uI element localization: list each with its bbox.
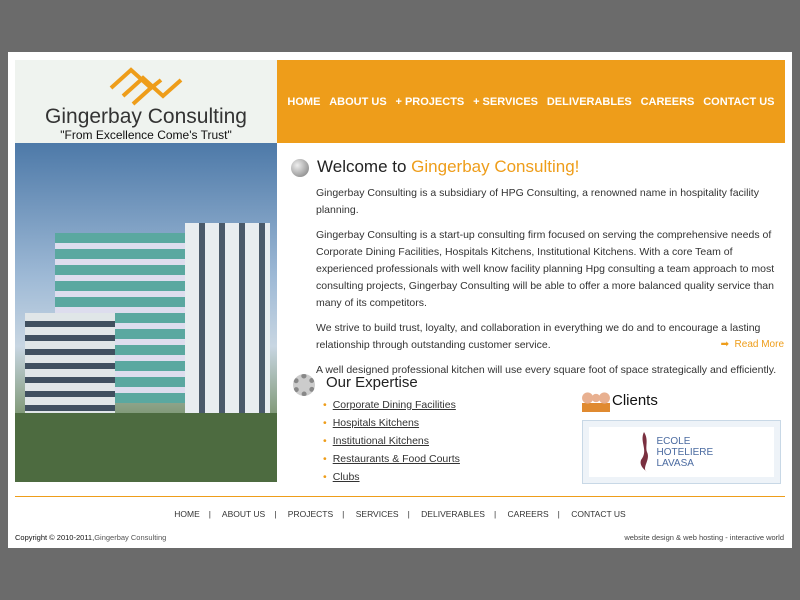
list-item: Institutional Kitchens: [323, 435, 460, 447]
footer-nav-services[interactable]: SERVICES: [356, 509, 399, 519]
nav-home[interactable]: HOME: [287, 96, 320, 108]
client-logo-text: ECOLE HOTELIERE LAVASA: [656, 435, 714, 469]
welcome-heading: Welcome to Gingerbay Consulting!: [317, 157, 580, 176]
nav-contact-us[interactable]: CONTACT US: [703, 96, 774, 108]
footer-nav-contact-us[interactable]: CONTACT US: [571, 509, 625, 519]
welcome-paragraph: Gingerbay Consulting is a subsidiary of …: [316, 187, 759, 216]
list-item: Restaurants & Food Courts: [323, 453, 460, 465]
footer-nav-careers[interactable]: CAREERS: [508, 509, 549, 519]
nav-deliverables[interactable]: DELIVERABLES: [547, 96, 632, 108]
flame-icon: [640, 432, 648, 472]
footer-nav: HOME | ABOUT US | PROJECTS | SERVICES | DELI…: [174, 509, 626, 519]
gear-icon: [293, 374, 315, 396]
welcome-paragraph: Gingerbay Consulting is a start-up consu…: [316, 229, 775, 309]
welcome-section: Welcome to Gingerbay Consulting! Gingerb…: [291, 157, 786, 379]
clients-section: Clients ECOLE HOTELIERE LAVASA: [582, 392, 781, 484]
copyright: Copyright © 2010-2011,Gingerbay Consulti…: [15, 533, 167, 542]
nav-services[interactable]: + SERVICES: [473, 96, 538, 108]
footer-nav-deliverables[interactable]: DELIVERABLES: [421, 509, 485, 519]
read-more-link[interactable]: ➡ Read More: [720, 339, 784, 350]
page: Gingerbay Consulting "From Excellence Co…: [8, 52, 792, 548]
clients-heading: Clients: [612, 392, 658, 409]
footer-nav-projects[interactable]: PROJECTS: [288, 509, 333, 519]
list-item: Hospitals Kitchens: [323, 417, 460, 429]
read-more-label: Read More: [734, 339, 784, 350]
footer-nav-home[interactable]: HOME: [174, 509, 200, 519]
list-item: Corporate Dining Facilities: [323, 399, 460, 411]
nav-careers[interactable]: CAREERS: [641, 96, 695, 108]
expertise-link[interactable]: Restaurants & Food Courts: [333, 453, 460, 465]
footer-nav-about-us[interactable]: ABOUT US: [222, 509, 265, 519]
expertise-link[interactable]: Corporate Dining Facilities: [333, 399, 456, 411]
people-icon: [582, 392, 610, 412]
expertise-link[interactable]: Hospitals Kitchens: [333, 417, 419, 429]
client-logo[interactable]: ECOLE HOTELIERE LAVASA: [582, 420, 781, 484]
arrow-right-icon: ➡: [720, 339, 729, 350]
welcome-paragraph: We strive to build trust, loyalty, and c…: [316, 322, 761, 351]
logo-name: Gingerbay Consulting: [45, 105, 247, 128]
list-item: Clubs: [323, 471, 460, 483]
credit-link[interactable]: website design & web hosting - interacti…: [624, 533, 784, 542]
expertise-heading: Our Expertise: [326, 374, 418, 391]
expertise-link[interactable]: Clubs: [333, 471, 360, 483]
expertise-link[interactable]: Institutional Kitchens: [333, 435, 429, 447]
globe-icon: [291, 159, 309, 177]
logo-icon: [109, 67, 183, 106]
logo-tagline: "From Excellence Come's Trust": [60, 128, 232, 142]
main-nav: HOME ABOUT US + PROJECTS + SERVICES DELI…: [277, 60, 785, 143]
nav-about-us[interactable]: ABOUT US: [329, 96, 386, 108]
expertise-section: Our Expertise Corporate Dining Facilitie…: [291, 374, 460, 489]
building-photo: [15, 143, 277, 482]
logo[interactable]: Gingerbay Consulting "From Excellence Co…: [15, 60, 277, 143]
nav-projects[interactable]: + PROJECTS: [395, 96, 464, 108]
footer-divider: [15, 496, 785, 497]
